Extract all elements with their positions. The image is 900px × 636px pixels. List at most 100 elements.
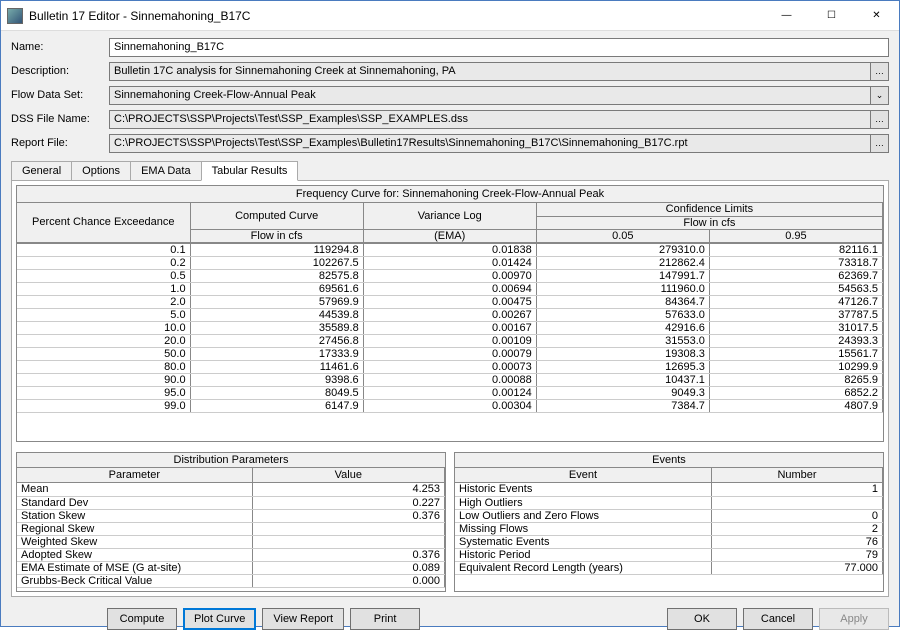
table-row[interactable]: Systematic Events76 <box>455 535 883 548</box>
table-row[interactable]: Regional Skew <box>17 522 445 535</box>
table-cell: 20.0 <box>17 335 190 348</box>
table-cell: 47126.7 <box>709 296 882 309</box>
col-computed-sub: Flow in cfs <box>190 229 363 242</box>
table-cell: 7384.7 <box>536 400 709 413</box>
table-cell: 73318.7 <box>709 257 882 270</box>
table-cell: 0.1 <box>17 244 190 257</box>
event-name-cell: Missing Flows <box>455 522 712 535</box>
table-cell: 31553.0 <box>536 335 709 348</box>
event-name-cell: Historic Period <box>455 548 712 561</box>
tab-options[interactable]: Options <box>71 161 131 181</box>
table-row[interactable]: 95.08049.50.001249049.36852.2 <box>17 387 883 400</box>
tab-ema-data[interactable]: EMA Data <box>130 161 202 181</box>
flowdata-combo[interactable]: Sinnemahoning Creek-Flow-Annual Peak <box>109 86 871 105</box>
dss-browse-button[interactable]: … <box>871 110 889 129</box>
param-name-cell: Grubbs-Beck Critical Value <box>17 574 252 587</box>
event-name-cell: Systematic Events <box>455 535 712 548</box>
dss-field[interactable]: C:\PROJECTS\SSP\Projects\Test\SSP_Exampl… <box>109 110 871 129</box>
table-row[interactable]: Low Outliers and Zero Flows0 <box>455 509 883 522</box>
report-field[interactable]: C:\PROJECTS\SSP\Projects\Test\SSP_Exampl… <box>109 134 871 153</box>
table-cell: 0.00109 <box>363 335 536 348</box>
table-cell: 99.0 <box>17 400 190 413</box>
table-row[interactable]: 80.011461.60.0007312695.310299.9 <box>17 361 883 374</box>
table-row[interactable]: Weighted Skew <box>17 535 445 548</box>
frequency-table-title: Frequency Curve for: Sinnemahoning Creek… <box>17 186 883 203</box>
table-row[interactable]: High Outliers <box>455 496 883 509</box>
distribution-body-scroll[interactable]: Mean4.253Standard Dev0.227Station Skew0.… <box>17 483 445 591</box>
col-conf-top: Confidence Limits <box>536 203 882 216</box>
table-cell: 119294.8 <box>190 244 363 257</box>
table-cell: 57633.0 <box>536 309 709 322</box>
name-label: Name: <box>11 41 109 53</box>
param-name-cell: Station Skew <box>17 509 252 522</box>
table-row[interactable]: 5.044539.80.0026757633.037787.5 <box>17 309 883 322</box>
table-row[interactable]: Missing Flows2 <box>455 522 883 535</box>
description-field[interactable]: Bulletin 17C analysis for Sinnemahoning … <box>109 62 871 81</box>
flowdata-dropdown-button[interactable]: ⌄ <box>871 86 889 105</box>
table-cell: 11461.6 <box>190 361 363 374</box>
table-cell: 1.0 <box>17 283 190 296</box>
col-conf-05: 0.05 <box>536 229 709 242</box>
report-browse-button[interactable]: … <box>871 134 889 153</box>
param-value-cell: 0.089 <box>252 561 444 574</box>
table-row[interactable]: Adopted Skew0.376 <box>17 548 445 561</box>
table-cell: 9049.3 <box>536 387 709 400</box>
table-cell: 0.00304 <box>363 400 536 413</box>
table-row[interactable]: 1.069561.60.00694111960.054563.5 <box>17 283 883 296</box>
param-value-cell <box>252 535 444 548</box>
close-icon: ✕ <box>872 10 880 21</box>
table-row[interactable]: Historic Events1 <box>455 483 883 496</box>
col-variance-sub: (EMA) <box>363 229 536 242</box>
name-field[interactable]: Sinnemahoning_B17C <box>109 38 889 57</box>
close-button[interactable]: ✕ <box>854 1 899 31</box>
table-row[interactable]: Historic Period79 <box>455 548 883 561</box>
col-conf-sub: Flow in cfs <box>536 216 882 229</box>
frequency-body-scroll[interactable]: 0.1119294.80.01838279310.082116.10.21022… <box>17 243 883 441</box>
param-value-cell: 0.227 <box>252 496 444 509</box>
table-row[interactable]: 99.06147.90.003047384.74807.9 <box>17 400 883 413</box>
ellipsis-icon: … <box>875 114 884 124</box>
maximize-button[interactable]: ☐ <box>809 1 854 31</box>
window-title: Bulletin 17 Editor - Sinnemahoning_B17C <box>29 9 764 23</box>
table-row[interactable]: Standard Dev0.227 <box>17 496 445 509</box>
table-row[interactable]: EMA Estimate of MSE (G at-site)0.089 <box>17 561 445 574</box>
table-cell: 27456.8 <box>190 335 363 348</box>
distribution-panel: Distribution Parameters Parameter Value … <box>16 452 446 593</box>
table-row[interactable]: 20.027456.80.0010931553.024393.3 <box>17 335 883 348</box>
table-row[interactable]: Equivalent Record Length (years)77.000 <box>455 561 883 574</box>
table-cell: 57969.9 <box>190 296 363 309</box>
tab-general[interactable]: General <box>11 161 72 181</box>
events-body-scroll[interactable]: Historic Events1High OutliersLow Outlier… <box>455 483 883 591</box>
events-title: Events <box>455 453 883 468</box>
table-cell: 10.0 <box>17 322 190 335</box>
table-row[interactable]: Station Skew0.376 <box>17 509 445 522</box>
bottom-panels: Distribution Parameters Parameter Value … <box>16 452 884 593</box>
event-number-cell: 76 <box>712 535 883 548</box>
table-row[interactable]: 0.1119294.80.01838279310.082116.1 <box>17 244 883 257</box>
table-row[interactable]: 0.582575.80.00970147991.762369.7 <box>17 270 883 283</box>
param-name-cell: Adopted Skew <box>17 548 252 561</box>
tab-strip: General Options EMA Data Tabular Results <box>1 161 899 181</box>
table-row[interactable]: 10.035589.80.0016742916.631017.5 <box>17 322 883 335</box>
table-cell: 10299.9 <box>709 361 882 374</box>
table-cell: 84364.7 <box>536 296 709 309</box>
table-row[interactable]: 0.2102267.50.01424212862.473318.7 <box>17 257 883 270</box>
frequency-body-grid: 0.1119294.80.01838279310.082116.10.21022… <box>17 244 883 414</box>
table-row[interactable]: 50.017333.90.0007919308.315561.7 <box>17 348 883 361</box>
table-row[interactable]: Mean4.253 <box>17 483 445 496</box>
description-browse-button[interactable]: … <box>871 62 889 81</box>
col-parameter: Parameter <box>17 468 252 483</box>
table-row[interactable]: 90.09398.60.0008810437.18265.9 <box>17 374 883 387</box>
events-body-grid: Historic Events1High OutliersLow Outlier… <box>455 483 883 575</box>
table-cell: 31017.5 <box>709 322 882 335</box>
table-cell: 82116.1 <box>709 244 882 257</box>
table-cell: 95.0 <box>17 387 190 400</box>
table-row[interactable]: 2.057969.90.0047584364.747126.7 <box>17 296 883 309</box>
tab-tabular-results[interactable]: Tabular Results <box>201 161 299 181</box>
table-cell: 111960.0 <box>536 283 709 296</box>
table-row[interactable]: Grubbs-Beck Critical Value0.000 <box>17 574 445 587</box>
minimize-button[interactable]: — <box>764 1 809 31</box>
table-cell: 24393.3 <box>709 335 882 348</box>
table-cell: 0.01424 <box>363 257 536 270</box>
tab-content: Frequency Curve for: Sinnemahoning Creek… <box>11 180 889 597</box>
